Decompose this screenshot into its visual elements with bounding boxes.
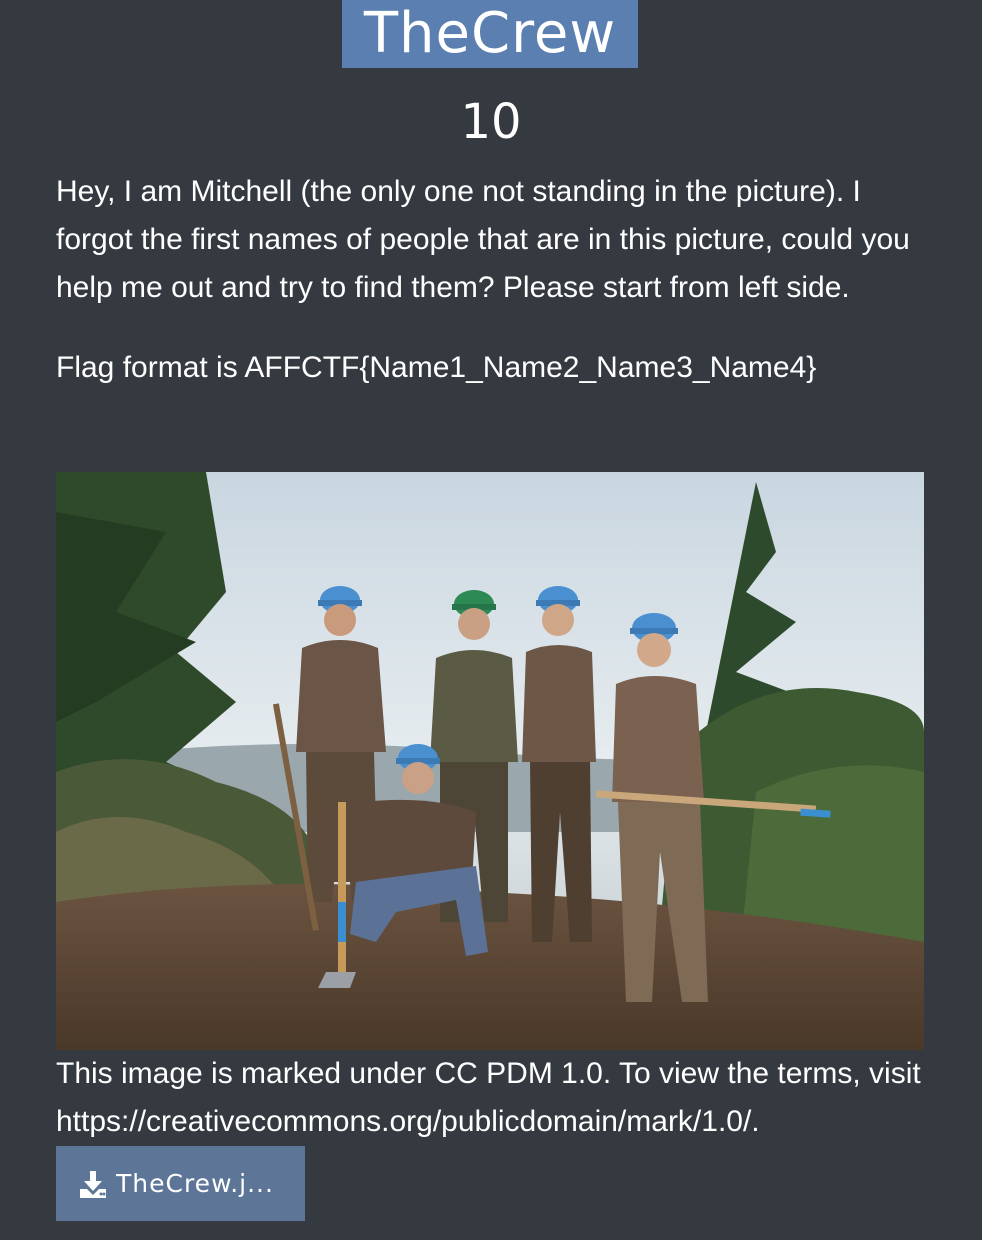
download-icon	[78, 1169, 108, 1199]
description-paragraph: Hey, I am Mitchell (the only one not sta…	[56, 175, 910, 304]
license-text: This image is marked under CC PDM 1.0. T…	[56, 1057, 921, 1138]
download-file-label: TheCrew.j...	[116, 1169, 274, 1198]
challenge-modal: TheCrew 10 Hey, I am Mitchell (the only …	[0, 0, 982, 1240]
challenge-description: Hey, I am Mitchell (the only one not sta…	[56, 168, 926, 424]
flag-format-text: Flag format is AFFCTF{Name1_Name2_Name3_…	[56, 351, 817, 384]
challenge-title: TheCrew	[342, 0, 638, 68]
crew-photo	[56, 472, 924, 1050]
challenge-points: 10	[460, 94, 522, 150]
download-file-button[interactable]: TheCrew.j...	[56, 1146, 305, 1221]
